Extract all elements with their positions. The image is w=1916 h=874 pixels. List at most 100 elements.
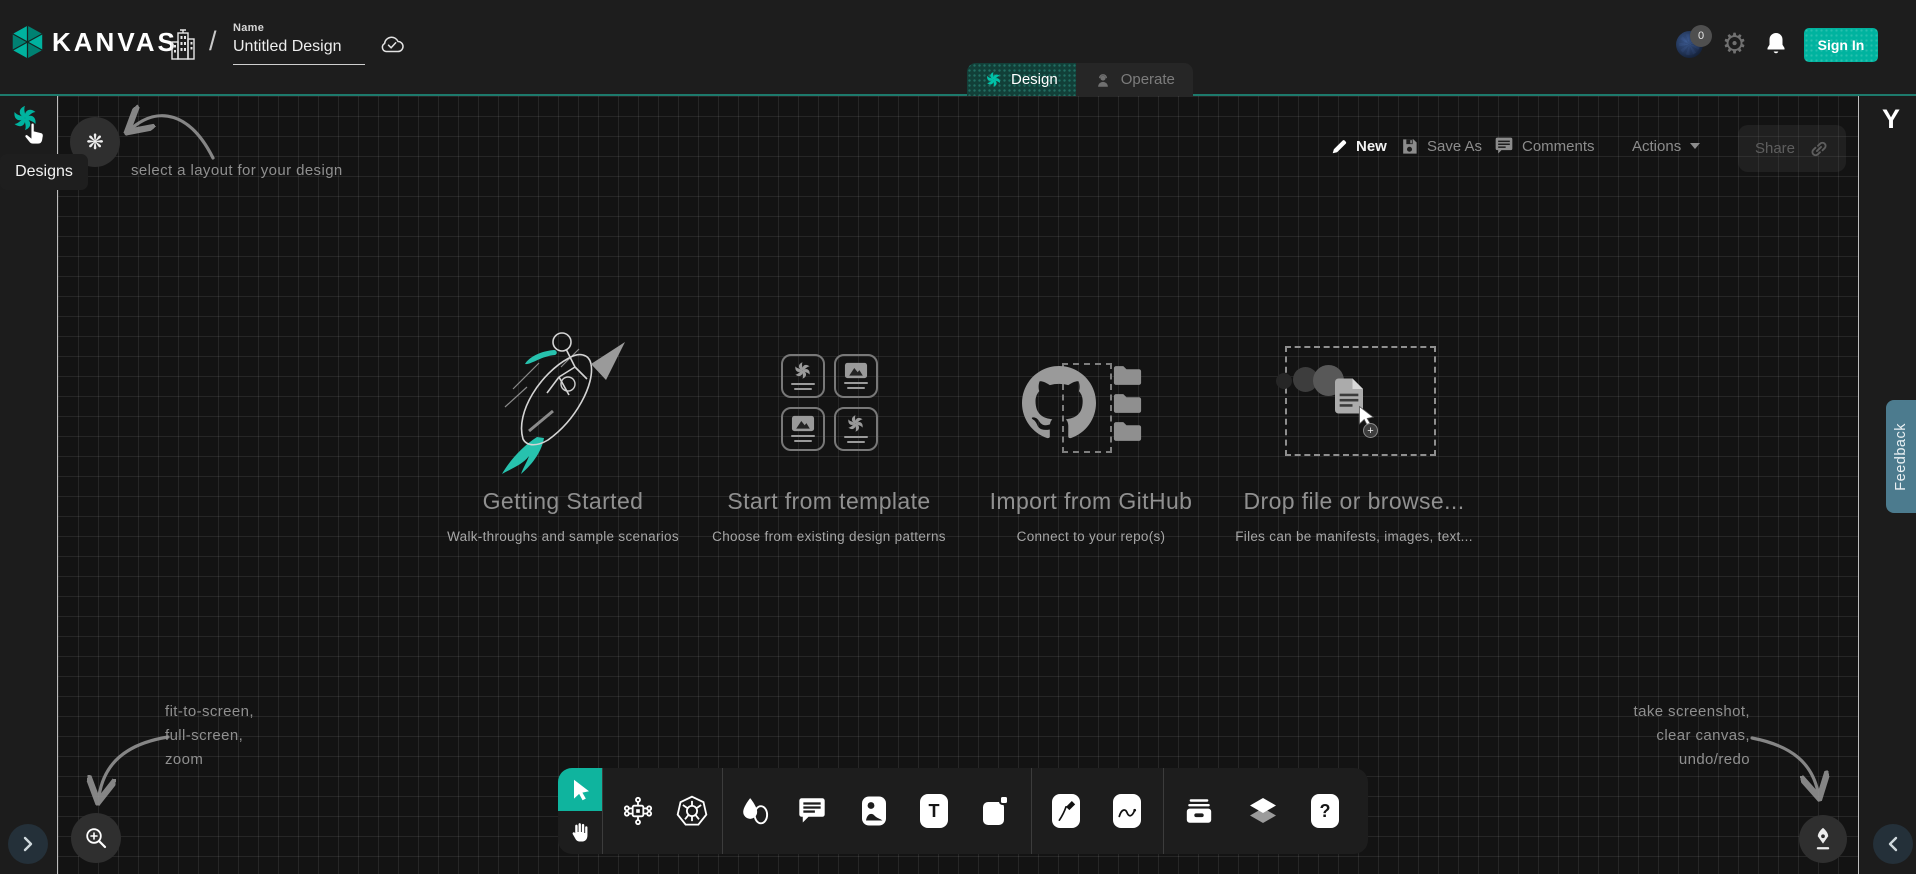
card-title: Start from template xyxy=(704,488,954,515)
github-octocat-icon xyxy=(1022,366,1096,440)
breadcrumb-separator: / xyxy=(209,26,217,57)
card-subtitle: Files can be manifests, images, text... xyxy=(1229,529,1479,544)
template-tile-design-icon xyxy=(781,354,825,398)
chevron-down-icon xyxy=(1689,142,1701,150)
repo-folder-icon xyxy=(1112,392,1143,415)
tool-dock: T xyxy=(558,768,1368,854)
pan-tool-button[interactable] xyxy=(558,811,602,854)
design-tab-icon xyxy=(985,71,1002,88)
card-title: Getting Started xyxy=(438,488,688,515)
expand-right-panel-button[interactable] xyxy=(1873,824,1913,864)
media-tool-button[interactable] xyxy=(850,768,898,854)
brand-name: KANVAS xyxy=(52,27,178,58)
freehand-draw-tool-button[interactable] xyxy=(1103,768,1151,854)
organization-icon[interactable] xyxy=(170,28,196,62)
import-from-github-card[interactable]: Import from GitHub Connect to your repo(… xyxy=(966,322,1216,544)
chevron-right-icon xyxy=(20,836,36,852)
zoom-in-magnifier-icon xyxy=(83,825,109,851)
pan-hand-icon xyxy=(568,821,592,844)
pen-nib-icon xyxy=(1810,825,1836,853)
settings-gear-icon[interactable]: ⚙ xyxy=(1722,30,1747,58)
freehand-draw-icon xyxy=(1113,794,1141,828)
help-tool-button[interactable]: ? xyxy=(1301,768,1349,854)
designs-tooltip: Designs xyxy=(0,154,88,190)
select-tool-button[interactable] xyxy=(558,768,602,811)
template-tile-image-icon xyxy=(834,354,878,398)
shapes-icon xyxy=(740,796,770,826)
comment-tool-button[interactable] xyxy=(788,768,836,854)
card-subtitle: Connect to your repo(s) xyxy=(966,529,1216,544)
collaborator-indicator: Y xyxy=(1882,104,1900,135)
design-name-input[interactable] xyxy=(233,34,365,65)
tab-design[interactable]: Design xyxy=(967,63,1076,96)
github-illustration xyxy=(966,322,1216,482)
add-file-plus-icon: + xyxy=(1363,423,1378,438)
drop-file-card[interactable]: + Drop file or browse... Files can be ma… xyxy=(1229,322,1479,544)
brand[interactable]: KANVAS xyxy=(12,24,178,60)
edge-pen-tool-button[interactable] xyxy=(1042,768,1090,854)
kanvas-app: KANVAS / Name xyxy=(0,0,1916,874)
template-grid-illustration xyxy=(704,322,954,482)
bottom-right-hint: take screenshot, clear canvas, undo/redo xyxy=(1634,700,1750,772)
note-icon xyxy=(980,795,1010,827)
canvas-tools-button[interactable] xyxy=(1799,815,1847,863)
start-from-template-card[interactable]: Start from template Choose from existing… xyxy=(704,322,954,544)
notification-count-badge: 0 xyxy=(1690,25,1712,47)
card-subtitle: Choose from existing design patterns xyxy=(704,529,954,544)
zoom-controls-button[interactable] xyxy=(71,813,121,863)
card-title: Drop file or browse... xyxy=(1229,488,1479,515)
shapes-tool-button[interactable] xyxy=(731,768,779,854)
layers-tool-button[interactable] xyxy=(1239,768,1287,854)
getting-started-card[interactable]: Getting Started Walk-throughs and sample… xyxy=(438,322,688,544)
text-tool-button[interactable]: T xyxy=(910,768,958,854)
tab-operate[interactable]: Operate xyxy=(1076,63,1193,96)
pencil-icon xyxy=(1330,137,1348,155)
expand-left-panel-button[interactable] xyxy=(8,824,48,864)
link-icon xyxy=(1809,139,1829,159)
help-question-icon: ? xyxy=(1311,794,1339,828)
pointer-hand-cursor-icon xyxy=(20,118,48,150)
repo-folder-icon xyxy=(1112,364,1143,387)
template-tile-image-icon xyxy=(781,407,825,451)
components-tool-button[interactable] xyxy=(614,768,662,854)
comment-bubble-icon xyxy=(1494,136,1514,156)
kubernetes-tool-button[interactable] xyxy=(668,768,716,854)
save-floppy-icon xyxy=(1400,137,1419,156)
card-title: Import from GitHub xyxy=(966,488,1216,515)
kanvas-logo-icon xyxy=(12,24,43,60)
new-design-button[interactable]: New xyxy=(1330,132,1387,160)
design-name-field: Name xyxy=(233,22,365,65)
history-drawer-icon xyxy=(1184,796,1214,826)
components-circuit-icon xyxy=(621,794,655,828)
comment-annotation-icon xyxy=(797,796,827,826)
repo-folder-icon xyxy=(1112,420,1143,443)
mode-tabs: Design Operate xyxy=(967,63,1193,96)
comments-button[interactable]: Comments xyxy=(1494,132,1595,160)
history-drawer-tool-button[interactable] xyxy=(1175,768,1223,854)
sign-in-button[interactable]: Sign In xyxy=(1804,28,1878,62)
share-button[interactable]: Share xyxy=(1738,125,1846,172)
card-subtitle: Walk-throughs and sample scenarios xyxy=(438,529,688,544)
left-sidebar-strip xyxy=(0,96,58,874)
edge-pen-icon xyxy=(1052,794,1080,828)
design-name-label: Name xyxy=(233,22,365,34)
select-cursor-icon xyxy=(568,777,592,803)
actions-dropdown[interactable]: Actions xyxy=(1632,132,1701,160)
design-canvas[interactable] xyxy=(58,96,1858,874)
notifications-bell-icon[interactable] xyxy=(1764,31,1788,57)
template-tile-design-icon xyxy=(834,407,878,451)
drop-file-illustration: + xyxy=(1229,322,1479,482)
feedback-tab[interactable]: Feedback xyxy=(1886,400,1916,513)
bottom-left-hint: fit-to-screen, full-screen, zoom xyxy=(165,700,254,772)
media-image-icon xyxy=(860,795,888,827)
save-as-button[interactable]: Save As xyxy=(1400,132,1482,160)
note-tool-button[interactable] xyxy=(971,768,1019,854)
rocket-illustration xyxy=(438,322,688,482)
kubernetes-helm-icon xyxy=(675,794,709,828)
header-bar: KANVAS / Name xyxy=(0,0,1916,96)
layout-hint-text: select a layout for your design xyxy=(131,162,343,179)
layers-icon xyxy=(1247,796,1279,826)
operate-tab-icon xyxy=(1094,71,1112,89)
chevron-left-icon xyxy=(1885,836,1901,852)
text-tool-icon: T xyxy=(920,794,948,828)
